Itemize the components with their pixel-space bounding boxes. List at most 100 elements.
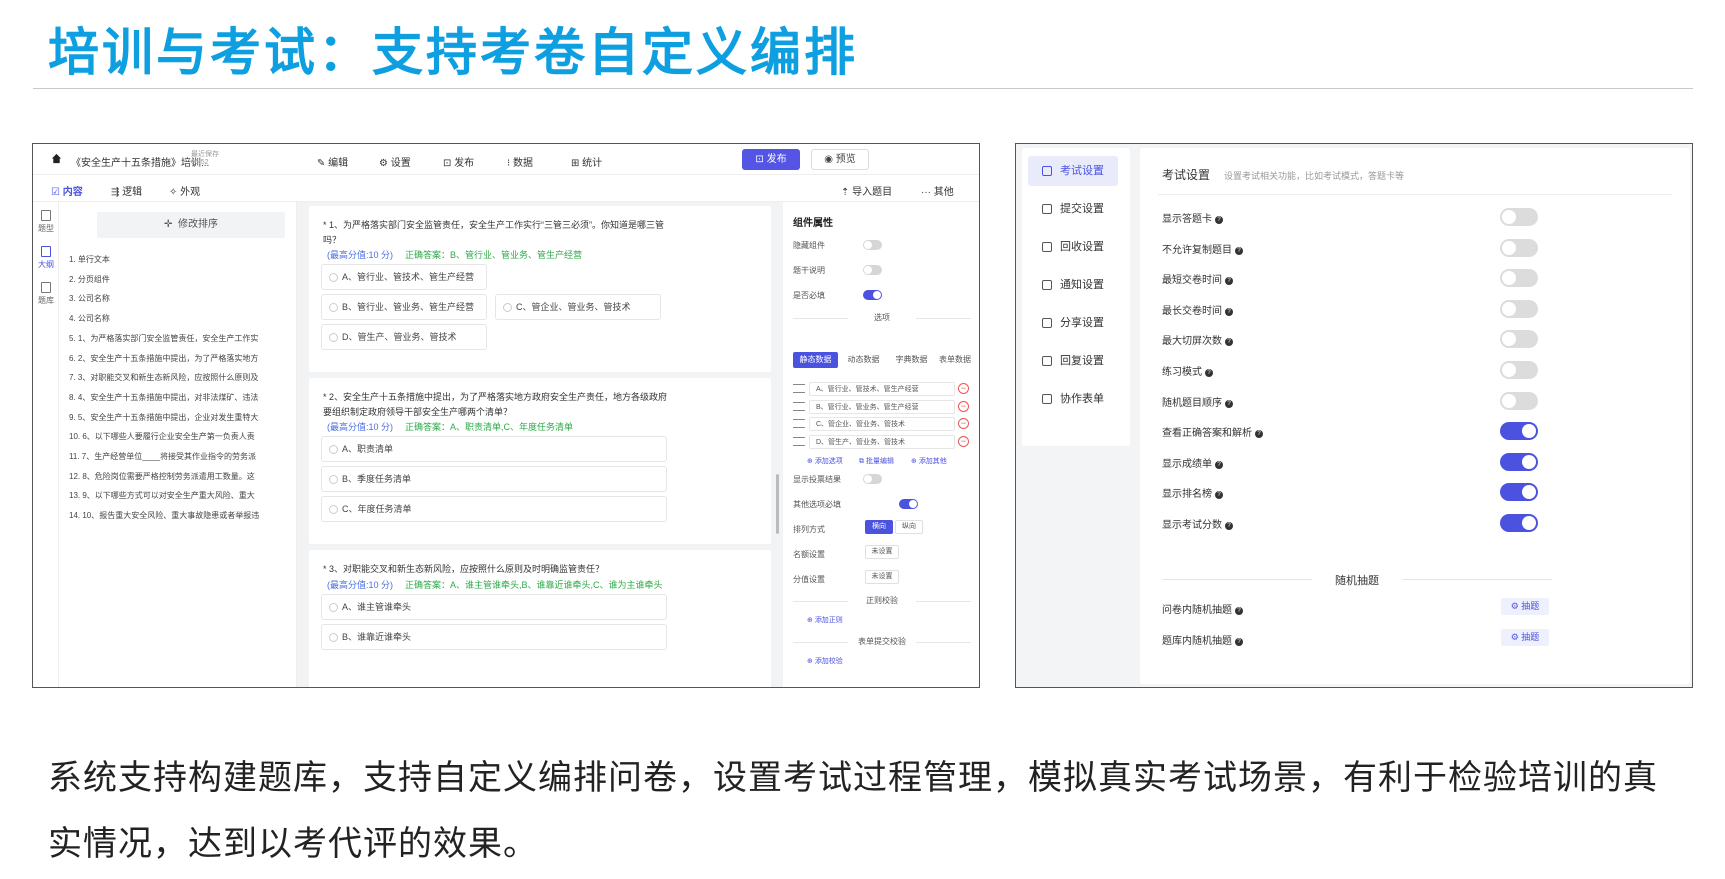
tab-dynamic-data[interactable]: 动态数据 [841,352,886,368]
rail-question-bank[interactable]: 题库 [33,282,59,306]
toolbar-publish[interactable]: ⊡ 发布 [443,154,474,169]
outline-item[interactable]: 7. 3、对职能交叉和新生态新风险，应按照什么原则及 [69,372,294,383]
static-option-input[interactable]: C、管企业、管业务、管技术 [809,417,955,431]
outline-item[interactable]: 13. 9、以下哪些方式可以对安全生产重大风险、重大 [69,490,294,501]
tab-static-data[interactable]: 静态数据 [793,352,838,368]
remove-icon[interactable]: − [958,383,969,394]
layout-horizontal[interactable]: 横向 [865,520,893,534]
settings-nav-item[interactable]: 协作表单 [1028,384,1118,414]
option[interactable]: A、职责清单 [321,436,667,462]
setting-toggle[interactable] [1500,483,1538,502]
help-icon[interactable]: ? [1235,246,1243,255]
more-menu[interactable]: ··· 其他 [921,183,954,198]
drag-handle-icon[interactable] [793,436,805,446]
static-option-input[interactable]: B、管行业、管业务、管生产经营 [809,399,955,414]
question-card-2[interactable]: * 2、安全生产十五条措施中提出，为了严格落实地方政府安全生产责任，地方各级政府… [309,378,771,544]
rail-question-types[interactable]: 题型 [33,210,59,234]
help-icon[interactable]: ? [1225,338,1233,347]
option[interactable]: B、季度任务清单 [321,466,667,492]
drag-handle-icon[interactable] [793,384,805,393]
option[interactable]: D、管生产、管业务、管技术 [321,324,487,350]
toolbar-edit[interactable]: ✎ 编辑 [317,154,348,169]
batch-edit-link[interactable]: ⧉ 批量编辑 [859,456,894,466]
tab-content[interactable]: ☑ 内容 [51,183,83,198]
help-icon[interactable]: ? [1255,430,1263,439]
help-icon[interactable]: ? [1215,216,1223,224]
static-option-input[interactable]: D、管生产、管业务、管技术 [809,434,955,449]
tab-form-data[interactable]: 表单数据 [935,352,975,368]
setting-toggle[interactable] [1500,361,1538,379]
static-option-row[interactable]: B、管行业、管业务、管生产经营 − [793,399,971,414]
settings-nav-item[interactable]: 回复设置 [1028,346,1118,376]
setting-toggle[interactable] [1500,422,1538,441]
help-icon[interactable]: ? [1225,307,1233,316]
draw-button-bank[interactable]: ⚙ 抽题 [1501,629,1549,646]
outline-item[interactable]: 12. 8、危险岗位需要严格控制劳务派遣用工数量。这 [69,471,294,482]
outline-item[interactable]: 11. 7、生产经营单位____将接受其作业指令的劳务派 [69,451,294,462]
settings-nav-item[interactable]: 考试设置 [1028,156,1118,186]
static-option-input[interactable]: A、管行业、管技术、管生产经营 [809,382,955,396]
outline-item[interactable]: 10. 6、以下哪些人要履行企业安全生产第一负责人责 [69,431,294,442]
tab-appearance[interactable]: ✧ 外观 [169,183,200,198]
import-questions[interactable]: ⇡ 导入题目 [841,183,892,198]
help-icon[interactable]: ? [1215,460,1223,469]
option[interactable]: B、管行业、管业务、管生产经营 [321,294,487,320]
canvas-scrollbar[interactable] [776,474,779,534]
other-required-switch[interactable] [899,499,918,509]
outline-item[interactable]: 3. 公司名称 [69,293,294,304]
tab-logic[interactable]: ⇶ 逻辑 [111,183,142,198]
rail-outline[interactable]: 大纲 [33,246,59,270]
option[interactable]: A、管行业、管技术、管生产经营 [321,264,487,290]
setting-toggle[interactable] [1500,391,1538,410]
static-option-row[interactable]: D、管生产、管业务、管技术 − [793,434,971,449]
remove-icon[interactable]: − [958,435,969,447]
setting-toggle[interactable] [1500,452,1538,471]
tab-dict-data[interactable]: 字典数据 [889,352,934,368]
hide-switch[interactable] [863,240,882,250]
preview-button[interactable]: ◉ 预览 [811,149,869,170]
question-card-1[interactable]: * 1、为严格落实部门安全监管责任，安全生产工作实行“三管三必须”。你知道是哪三… [309,206,771,372]
show-vote-switch[interactable] [863,474,882,484]
help-icon[interactable]: ? [1225,277,1233,286]
outline-item[interactable]: 2. 分页组件 [69,274,294,285]
layout-vertical[interactable]: 纵向 [895,520,923,534]
setting-toggle[interactable] [1500,269,1538,288]
setting-toggle[interactable] [1500,514,1538,532]
remove-icon[interactable]: − [958,400,969,412]
score-unset[interactable]: 未设置 [865,570,899,584]
outline-item[interactable]: 9. 5、安全生产十五条措施中提出，企业对发生重特大 [69,412,294,423]
toolbar-stats[interactable]: ⊞ 统计 [571,154,602,169]
quota-unset[interactable]: 未设置 [865,545,899,559]
remove-icon[interactable]: − [958,418,969,429]
option[interactable]: A、谁主管谁牵头 [321,594,667,620]
home-icon[interactable] [51,153,62,164]
outline-item[interactable]: 8. 4、安全生产十五条措施中提出，对非法煤矿、违法 [69,392,294,403]
drag-handle-icon[interactable] [793,401,805,411]
settings-nav-item[interactable]: 提交设置 [1028,194,1118,224]
outline-item[interactable]: 4. 公司名称 [69,313,294,324]
setting-toggle[interactable] [1500,208,1538,226]
sort-button[interactable]: ✛ 修改排序 [97,212,285,238]
help-icon[interactable]: ? [1215,491,1223,500]
required-switch[interactable] [863,290,882,300]
add-rule-link[interactable]: ⊕ 添加正则 [807,615,843,625]
settings-nav-item[interactable]: 分享设置 [1028,308,1118,338]
option[interactable]: C、管企业、管业务、管技术 [495,294,661,320]
option[interactable]: C、年度任务清单 [321,496,667,522]
question-card-3[interactable]: * 3、对职能交叉和新生态新风险，应按照什么原则及时明确监管责任？ (最高分值:… [309,550,771,687]
outline-item[interactable]: 1. 单行文本 [69,254,294,265]
outline-item[interactable]: 6. 2、安全生产十五条措施中提出，为了严格落实地方 [69,353,294,364]
add-option-link[interactable]: ⊕ 添加选项 [807,456,843,466]
setting-toggle[interactable] [1500,299,1538,318]
toolbar-data[interactable]: ⁝ 数据 [507,154,533,169]
setting-toggle[interactable] [1500,238,1538,257]
draw-button-survey[interactable]: ⚙ 抽题 [1501,598,1549,615]
toolbar-settings[interactable]: ⚙ 设置 [379,154,411,169]
add-other-link[interactable]: ⊕ 添加其他 [911,456,947,466]
static-option-row[interactable]: C、管企业、管业务、管技术 − [793,417,971,431]
settings-nav-item[interactable]: 通知设置 [1028,270,1118,300]
settings-nav-item[interactable]: 回收设置 [1028,232,1118,262]
outline-item[interactable]: 5. 1、为严格落实部门安全监管责任，安全生产工作实 [69,333,294,344]
option[interactable]: B、谁靠近谁牵头 [321,624,667,650]
desc-switch[interactable] [863,265,882,275]
